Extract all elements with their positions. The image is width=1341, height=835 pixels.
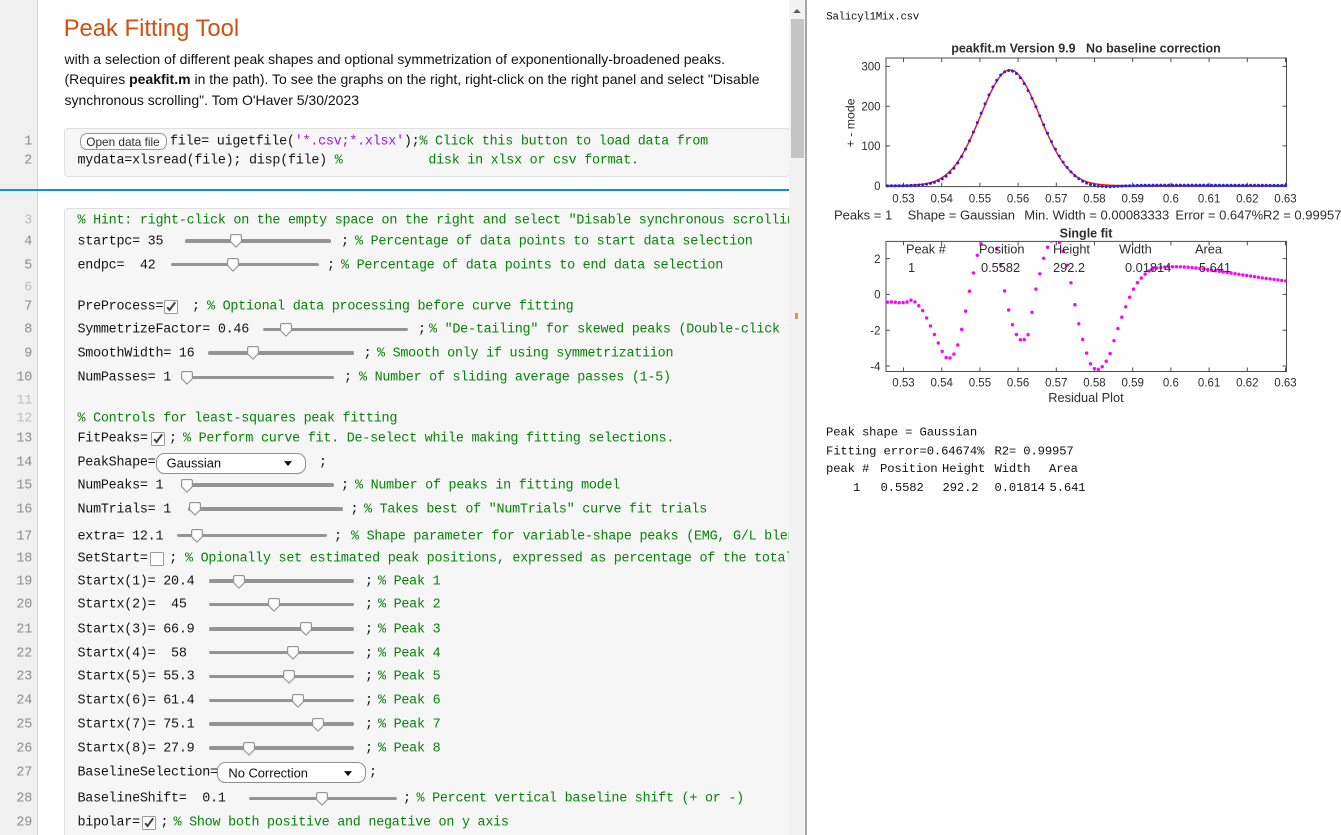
svg-text:0.55: 0.55 — [969, 194, 991, 206]
svg-text:0.54: 0.54 — [931, 377, 954, 389]
svg-text:0.57: 0.57 — [1045, 194, 1067, 206]
svg-text:Width: Width — [1119, 241, 1152, 256]
svg-text:0.6: 0.6 — [1163, 194, 1179, 206]
svg-text:Min. Width = 0.00083333: Min. Width = 0.00083333 — [1024, 207, 1169, 222]
svg-text:1: 1 — [853, 481, 860, 495]
svg-text:0.58: 0.58 — [1083, 194, 1105, 206]
svg-text:R2= 0.99957: R2= 0.99957 — [995, 444, 1074, 458]
svg-text:0.6: 0.6 — [1163, 377, 1179, 389]
svg-text:0.61: 0.61 — [1198, 377, 1220, 389]
svg-text:Fitting error=0.64674%: Fitting error=0.64674% — [826, 444, 985, 458]
svg-text:1: 1 — [908, 260, 915, 275]
svg-text:Area: Area — [1195, 241, 1223, 256]
svg-text:200: 200 — [861, 102, 880, 114]
svg-text:0.53: 0.53 — [892, 194, 914, 206]
svg-text:0.63: 0.63 — [1274, 377, 1296, 389]
svg-text:Residual Plot: Residual Plot — [1048, 390, 1124, 405]
svg-text:0: 0 — [874, 290, 880, 302]
svg-text:0.58: 0.58 — [1083, 377, 1105, 389]
svg-text:100: 100 — [861, 141, 880, 153]
svg-text:0.62: 0.62 — [1236, 194, 1258, 206]
svg-text:Position: Position — [880, 462, 938, 476]
svg-text:292.2: 292.2 — [943, 481, 979, 495]
svg-text:0.61: 0.61 — [1198, 194, 1220, 206]
svg-text:Position: Position — [979, 241, 1025, 256]
svg-text:0.5582: 0.5582 — [881, 481, 924, 495]
svg-text:0.01814: 0.01814 — [995, 481, 1045, 495]
svg-text:peakfit.m Version 9.9 No bas: peakfit.m Version 9.9 No baseline correc… — [951, 42, 1221, 56]
svg-text:Shape = Gaussian: Shape = Gaussian — [908, 207, 1015, 222]
svg-text:Height: Height — [1053, 241, 1090, 256]
svg-text:0.56: 0.56 — [1007, 194, 1029, 206]
svg-text:0.01814: 0.01814 — [1125, 260, 1171, 275]
svg-text:Width: Width — [995, 462, 1031, 476]
svg-text:R2 = 0.99957: R2 = 0.99957 — [1263, 207, 1341, 222]
svg-text:0.59: 0.59 — [1122, 377, 1144, 389]
svg-text:Salicyl1Mix.csv: Salicyl1Mix.csv — [826, 12, 920, 24]
svg-text:0: 0 — [874, 181, 880, 193]
svg-text:0.62: 0.62 — [1236, 377, 1258, 389]
svg-text:Single fit: Single fit — [1060, 227, 1114, 241]
svg-text:+ - mode: + - mode — [844, 98, 858, 147]
svg-text:0.56: 0.56 — [1007, 377, 1029, 389]
svg-text:peak #: peak # — [826, 462, 869, 476]
svg-text:Area: Area — [1049, 462, 1078, 476]
svg-text:-4: -4 — [870, 361, 881, 373]
svg-text:Error = 0.647%: Error = 0.647% — [1175, 207, 1263, 222]
svg-text:0.5582: 0.5582 — [981, 260, 1020, 275]
svg-text:292.2: 292.2 — [1053, 260, 1085, 275]
svg-text:-2: -2 — [870, 326, 880, 338]
svg-text:0.55: 0.55 — [969, 377, 991, 389]
svg-text:0.53: 0.53 — [892, 377, 914, 389]
svg-text:0.63: 0.63 — [1274, 194, 1296, 206]
svg-text:Peaks = 1: Peaks = 1 — [834, 207, 892, 222]
svg-text:300: 300 — [861, 62, 880, 74]
svg-text:5.641: 5.641 — [1050, 481, 1086, 495]
svg-text:Peak shape = Gaussian: Peak shape = Gaussian — [826, 426, 977, 440]
svg-text:5.641: 5.641 — [1199, 260, 1231, 275]
svg-text:0.59: 0.59 — [1122, 194, 1144, 206]
svg-text:Peak #: Peak # — [906, 241, 947, 256]
svg-text:Height: Height — [942, 462, 985, 476]
svg-text:0.54: 0.54 — [931, 194, 954, 206]
svg-text:2: 2 — [874, 254, 880, 266]
svg-text:0.57: 0.57 — [1045, 377, 1067, 389]
